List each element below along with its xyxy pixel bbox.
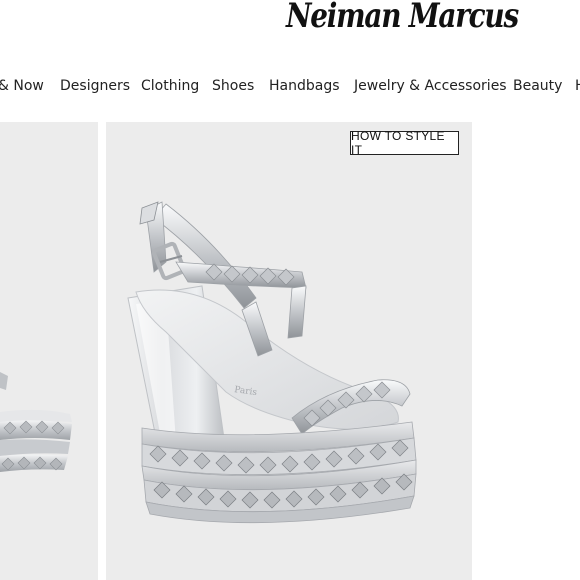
nav-item-home[interactable]: H <box>575 76 580 96</box>
neiman-marcus-logo[interactable]: Neiman Marcus <box>286 0 519 36</box>
nav-item-clothing[interactable]: Clothing <box>141 76 199 96</box>
nav-item-designers[interactable]: Designers <box>60 76 130 96</box>
nav-item-jewelry-accessories[interactable]: Jewelry & Accessories <box>354 76 507 96</box>
nav-item-handbags[interactable]: Handbags <box>269 76 340 96</box>
studded-wedge-sandal-image: Paris <box>127 201 417 524</box>
nav-item-new-now[interactable]: & Now <box>0 76 44 96</box>
how-to-style-it-button[interactable]: HOW TO STYLE IT <box>350 129 459 157</box>
nav-item-beauty[interactable]: Beauty <box>513 76 562 96</box>
nav-item-shoes[interactable]: Shoes <box>212 76 254 96</box>
product-image-gallery: Paris <box>0 122 580 580</box>
product-image-main[interactable]: Paris <box>106 122 472 580</box>
main-navigation: & Now Designers Clothing Shoes Handbags … <box>0 76 580 96</box>
site-header: Neiman Marcus <box>0 0 580 46</box>
sandal-side-view-image <box>0 372 72 472</box>
product-image-previous[interactable] <box>0 122 98 580</box>
buckle-icon <box>152 241 186 281</box>
